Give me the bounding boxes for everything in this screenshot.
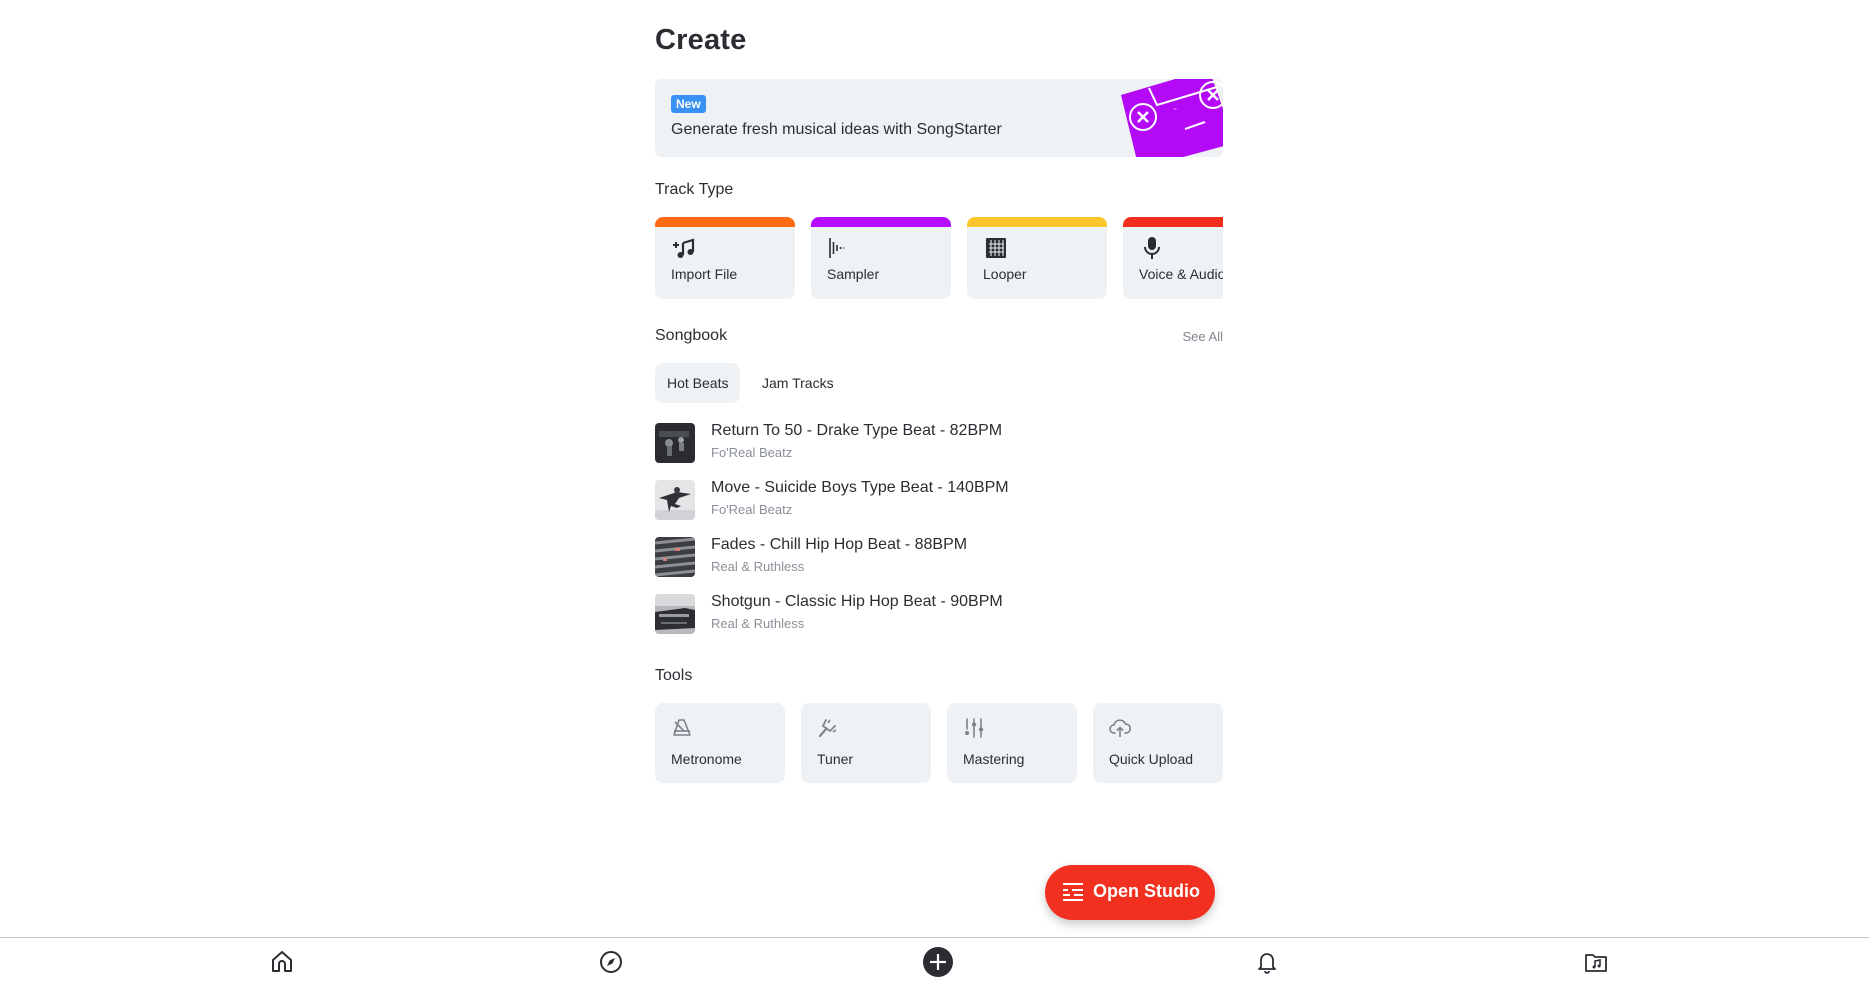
songbook-label: Songbook	[655, 327, 728, 344]
banner-text: Generate fresh musical ideas with SongSt…	[671, 121, 1002, 138]
tracks-list-icon	[1063, 883, 1083, 901]
tool-quick-upload[interactable]: Quick Upload	[1093, 703, 1223, 783]
song-item[interactable]: Fades - Chill Hip Hop Beat - 88BPM Real …	[655, 535, 1223, 579]
tool-label: Mastering	[963, 751, 1025, 767]
songstarter-banner[interactable]: New Generate fresh musical ideas with So…	[655, 79, 1223, 157]
bell-icon	[1258, 953, 1276, 974]
tool-label: Metronome	[671, 751, 742, 767]
open-studio-label: Open Studio	[1093, 881, 1200, 901]
track-type-import-file[interactable]: Import File	[655, 217, 795, 299]
tool-mastering[interactable]: Mastering	[947, 703, 1077, 783]
card-color-stripe	[811, 217, 951, 227]
song-item[interactable]: Shotgun - Classic Hip Hop Beat - 90BPM R…	[655, 592, 1223, 636]
song-title: Move - Suicide Boys Type Beat - 140BPM	[711, 479, 1009, 496]
track-type-carousel[interactable]: Import File Sampler Looper Voice & Audio	[655, 217, 1223, 299]
plus-circle-icon	[923, 947, 953, 977]
cloud-upload-icon	[1109, 719, 1131, 737]
see-all-link[interactable]: See All	[1183, 329, 1223, 344]
nav-explore[interactable]	[596, 947, 626, 977]
import-music-icon	[673, 238, 695, 258]
tuning-fork-icon	[818, 719, 837, 738]
page-title: Create	[655, 24, 747, 56]
tab-hot-beats[interactable]: Hot Beats	[655, 363, 741, 403]
grid-icon	[986, 238, 1006, 258]
card-color-stripe	[1123, 217, 1223, 227]
tab-jam-tracks[interactable]: Jam Tracks	[750, 363, 846, 403]
music-folder-icon	[1585, 954, 1607, 972]
song-item[interactable]: Move - Suicide Boys Type Beat - 140BPM F…	[655, 478, 1223, 522]
nav-home[interactable]	[267, 947, 297, 977]
song-item[interactable]: Return To 50 - Drake Type Beat - 82BPM F…	[655, 421, 1223, 465]
song-artist: Fo'Real Beatz	[711, 445, 793, 460]
track-type-voice-audio[interactable]: Voice & Audio	[1123, 217, 1223, 299]
track-type-label: Track Type	[655, 181, 734, 198]
song-artist: Real & Ruthless	[711, 559, 805, 574]
home-icon	[272, 951, 292, 972]
microphone-icon	[1144, 237, 1160, 259]
card-color-stripe	[655, 217, 795, 227]
song-thumbnail	[655, 537, 695, 577]
song-artist: Real & Ruthless	[711, 616, 805, 631]
new-badge: New	[671, 95, 706, 113]
card-label: Looper	[983, 266, 1027, 282]
card-label: Voice & Audio	[1139, 266, 1223, 282]
waveform-icon	[829, 238, 845, 258]
tool-label: Quick Upload	[1109, 751, 1194, 767]
cassette-illustration-icon: ~	[1121, 79, 1223, 157]
compass-icon	[600, 951, 622, 973]
song-title: Shotgun - Classic Hip Hop Beat - 90BPM	[711, 593, 1003, 610]
card-label: Sampler	[827, 266, 880, 282]
song-thumbnail	[655, 594, 695, 634]
svg-text:~: ~	[1173, 107, 1177, 113]
track-type-sampler[interactable]: Sampler	[811, 217, 951, 299]
card-color-stripe	[967, 217, 1107, 227]
song-thumbnail	[655, 423, 695, 463]
track-type-looper[interactable]: Looper	[967, 217, 1107, 299]
tool-tuner[interactable]: Tuner	[801, 703, 931, 783]
card-label: Import File	[671, 266, 738, 282]
song-title: Return To 50 - Drake Type Beat - 82BPM	[711, 422, 1003, 439]
sliders-icon	[965, 718, 984, 738]
metronome-icon	[673, 719, 691, 736]
tool-label: Tuner	[817, 751, 854, 767]
tools-label: Tools	[655, 667, 693, 684]
nav-library[interactable]	[1581, 947, 1611, 977]
bottom-nav	[0, 937, 1869, 985]
open-studio-button[interactable]: Open Studio	[1045, 865, 1215, 920]
nav-notifications[interactable]	[1252, 947, 1282, 977]
song-thumbnail	[655, 480, 695, 520]
tool-metronome[interactable]: Metronome	[655, 703, 785, 783]
song-artist: Fo'Real Beatz	[711, 502, 793, 517]
nav-create[interactable]	[923, 947, 953, 977]
song-title: Fades - Chill Hip Hop Beat - 88BPM	[711, 536, 968, 553]
